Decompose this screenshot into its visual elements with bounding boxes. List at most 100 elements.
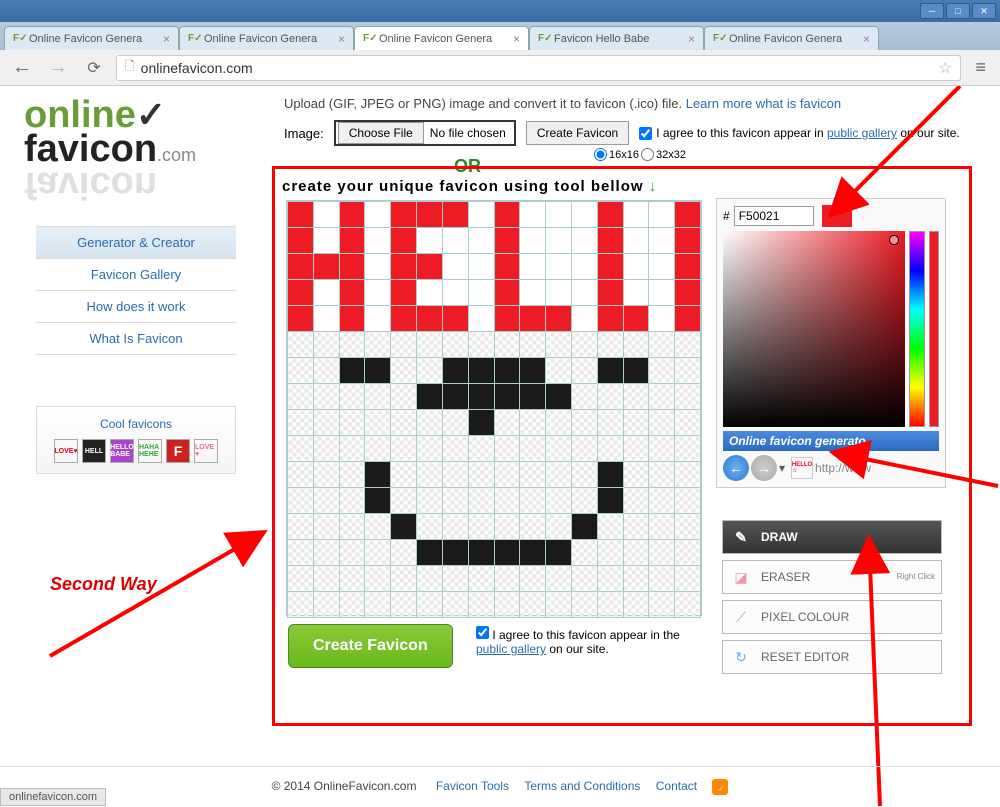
pixel-cell[interactable] — [546, 462, 572, 488]
pixel-cell[interactable] — [623, 540, 649, 566]
pixel-cell[interactable] — [339, 488, 365, 514]
pixel-cell[interactable] — [288, 514, 314, 540]
agree-checkbox-input[interactable] — [639, 127, 652, 140]
size-16-radio[interactable] — [594, 148, 607, 161]
site-logo[interactable]: online✓ favicon.com — [24, 98, 196, 166]
pixel-cell[interactable] — [365, 306, 391, 332]
pixel-cell[interactable] — [675, 436, 701, 462]
pixel-cell[interactable] — [417, 514, 443, 540]
sidebar-item-generator[interactable]: Generator & Creator — [36, 226, 236, 258]
pixel-cell[interactable] — [546, 410, 572, 436]
learn-more-link[interactable]: Learn more what is favicon — [686, 96, 841, 111]
hue-slider[interactable] — [909, 231, 925, 427]
pixel-cell[interactable] — [442, 592, 468, 618]
pixel-cell[interactable] — [391, 436, 417, 462]
pixel-cell[interactable] — [442, 358, 468, 384]
pixel-cell[interactable] — [468, 280, 494, 306]
tab-close-icon[interactable]: × — [863, 32, 870, 46]
pixel-cell[interactable] — [339, 514, 365, 540]
pixel-cell[interactable] — [288, 462, 314, 488]
pixel-cell[interactable] — [417, 410, 443, 436]
pixel-cell[interactable] — [546, 254, 572, 280]
pixel-cell[interactable] — [571, 462, 597, 488]
pixel-cell[interactable] — [417, 540, 443, 566]
pixel-cell[interactable] — [546, 332, 572, 358]
pixel-cell[interactable] — [623, 436, 649, 462]
pixel-cell[interactable] — [417, 592, 443, 618]
bookmark-icon[interactable]: ☆ — [938, 58, 952, 78]
pixel-cell[interactable] — [468, 592, 494, 618]
pixel-cell[interactable] — [546, 436, 572, 462]
pixel-cell[interactable] — [442, 306, 468, 332]
pixel-cell[interactable] — [520, 488, 546, 514]
pixel-cell[interactable] — [571, 254, 597, 280]
pixel-cell[interactable] — [288, 202, 314, 228]
pixel-cell[interactable] — [623, 332, 649, 358]
browser-tab-5[interactable]: F✓Online Favicon Genera× — [704, 26, 879, 50]
pixel-cell[interactable] — [339, 332, 365, 358]
pixel-cell[interactable] — [649, 540, 675, 566]
pixel-cell[interactable] — [468, 488, 494, 514]
pixel-cell[interactable] — [288, 332, 314, 358]
pixel-cell[interactable] — [597, 540, 623, 566]
pixel-cell[interactable] — [649, 202, 675, 228]
pixel-cell[interactable] — [288, 436, 314, 462]
pixel-cell[interactable] — [339, 384, 365, 410]
pixel-cell[interactable] — [468, 566, 494, 592]
pixel-cell[interactable] — [675, 488, 701, 514]
pixel-cell[interactable] — [597, 358, 623, 384]
pixel-cell[interactable] — [288, 384, 314, 410]
pixel-cell[interactable] — [520, 566, 546, 592]
pixel-cell[interactable] — [520, 332, 546, 358]
pixel-cell[interactable] — [520, 280, 546, 306]
pixel-cell[interactable] — [313, 254, 339, 280]
pixel-cell[interactable] — [339, 592, 365, 618]
choose-file-button[interactable]: Choose File — [338, 122, 424, 144]
pixel-cell[interactable] — [675, 462, 701, 488]
pixel-cell[interactable] — [417, 462, 443, 488]
pixel-cell[interactable] — [468, 254, 494, 280]
pixel-cell[interactable] — [597, 332, 623, 358]
tab-close-icon[interactable]: × — [163, 32, 170, 46]
pixel-cell[interactable] — [649, 384, 675, 410]
pixel-cell[interactable] — [468, 384, 494, 410]
pixel-cell[interactable] — [675, 592, 701, 618]
window-close[interactable]: ✕ — [972, 3, 996, 19]
pixel-cell[interactable] — [365, 540, 391, 566]
pixel-cell[interactable] — [649, 488, 675, 514]
pixel-cell[interactable] — [571, 514, 597, 540]
pixel-cell[interactable] — [494, 358, 520, 384]
pixel-cell[interactable] — [597, 254, 623, 280]
browser-tab-1[interactable]: F✓Online Favicon Genera× — [4, 26, 179, 50]
pixel-cell[interactable] — [313, 514, 339, 540]
pixel-cell[interactable] — [288, 358, 314, 384]
pixel-colour-tool-button[interactable]: ⟋ PIXEL COLOUR — [722, 600, 942, 634]
forward-button[interactable]: → — [44, 54, 72, 82]
pixel-cell[interactable] — [675, 384, 701, 410]
cool-favicon-5[interactable]: F — [166, 439, 190, 463]
pixel-cell[interactable] — [288, 228, 314, 254]
pixel-cell[interactable] — [494, 592, 520, 618]
pixel-cell[interactable] — [391, 488, 417, 514]
pixel-cell[interactable] — [442, 202, 468, 228]
pixel-cell[interactable] — [468, 358, 494, 384]
pixel-cell[interactable] — [623, 358, 649, 384]
footer-link-contact[interactable]: Contact — [656, 779, 697, 793]
agree-checkbox-upload[interactable]: I agree to this favicon appear in public… — [639, 126, 960, 140]
pixel-cell[interactable] — [571, 592, 597, 618]
pixel-cell[interactable] — [288, 566, 314, 592]
pixel-cell[interactable] — [675, 566, 701, 592]
pixel-cell[interactable] — [313, 592, 339, 618]
pixel-cell[interactable] — [365, 228, 391, 254]
browser-tab-2[interactable]: F✓Online Favicon Genera× — [179, 26, 354, 50]
pixel-cell[interactable] — [494, 566, 520, 592]
pixel-cell[interactable] — [571, 228, 597, 254]
pixel-cell[interactable] — [417, 436, 443, 462]
pixel-cell[interactable] — [288, 540, 314, 566]
pixel-cell[interactable] — [675, 540, 701, 566]
pixel-cell[interactable] — [623, 566, 649, 592]
pixel-cell[interactable] — [442, 228, 468, 254]
sidebar-item-how[interactable]: How does it work — [36, 290, 236, 322]
pixel-cell[interactable] — [313, 436, 339, 462]
pixel-cell[interactable] — [649, 410, 675, 436]
